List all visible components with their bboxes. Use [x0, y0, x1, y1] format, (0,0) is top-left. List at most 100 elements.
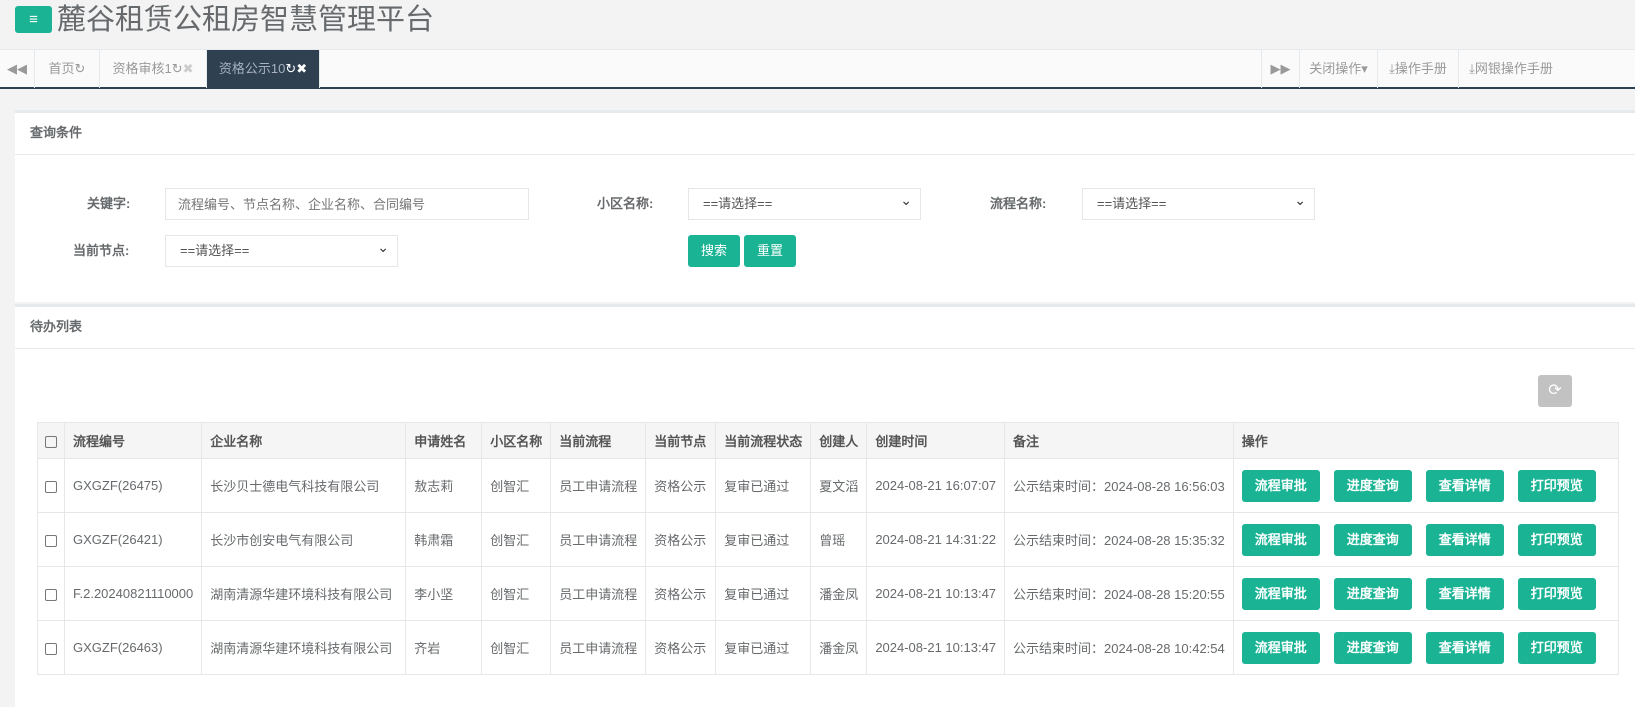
action-button[interactable]: 流程审批 — [1241, 577, 1320, 610]
action-button[interactable]: 流程审批 — [1241, 631, 1320, 664]
backward-icon: ◀◀ — [7, 61, 27, 76]
action-button[interactable]: 查看详情 — [1425, 631, 1504, 664]
table-cell: 员工申请流程 — [550, 512, 647, 567]
panel-title: 查询条件 — [15, 113, 1635, 155]
row-checkbox[interactable] — [45, 588, 57, 601]
action-button[interactable]: 进度查询 — [1333, 469, 1412, 502]
search-button[interactable]: 搜索 — [688, 235, 740, 267]
table-cell: 曾瑶 — [810, 512, 868, 567]
reset-button[interactable]: 重置 — [744, 235, 796, 267]
actions-cell: 流程审批 进度查询 查看详情 打印预览 — [1232, 620, 1619, 675]
table-cell: GXGZF(26421) — [63, 512, 203, 567]
column-header: 申请姓名 — [405, 422, 483, 459]
table-cell: 复审已通过 — [715, 566, 812, 621]
action-button[interactable]: 流程审批 — [1241, 523, 1320, 556]
caret-down-icon: ▾ — [1361, 61, 1368, 76]
tab-home[interactable]: 首页↻ — [35, 50, 100, 88]
keyword-input[interactable] — [165, 188, 529, 220]
refresh-table-button[interactable]: ⟳ — [1538, 375, 1572, 407]
table-row: F.2.20240821110000 湖南清源华建环境科技有限公司 李小坚 创智汇 员工… — [37, 566, 1619, 621]
table-cell: 2024-08-21 16:07:07 — [866, 458, 1006, 513]
action-button[interactable]: 进度查询 — [1333, 631, 1412, 664]
table-cell: 资格公示 — [645, 620, 717, 675]
table-cell: 复审已通过 — [715, 620, 812, 675]
todo-table: 流程编号 企业名称 申请姓名 小区名称 当前流程 当前节点 当前流程状态 创建人 创建时间 备注操… — [37, 422, 1619, 675]
action-button[interactable]: 查看详情 — [1425, 523, 1504, 556]
column-header: 当前节点 — [645, 422, 717, 459]
scroll-right-button[interactable]: ▶▶ — [1261, 50, 1299, 88]
table-cell: 潘金凤 — [810, 566, 868, 621]
table-header-row: 流程编号 企业名称 申请姓名 小区名称 当前流程 当前节点 当前流程状态 创建人 创建时间 备注操… — [37, 422, 1619, 459]
tab-label: 资格公示10 — [218, 61, 286, 76]
header: ≡ 麓谷租赁公租房智慧管理平台 — [0, 0, 1635, 49]
refresh-icon[interactable]: ↻ — [75, 61, 86, 76]
action-button[interactable]: 查看详情 — [1425, 577, 1504, 610]
table-cell: 齐岩 — [405, 620, 483, 675]
column-header: 操作 — [1232, 422, 1619, 459]
close-icon[interactable]: ✖ — [183, 61, 194, 76]
flow-label: 流程名称: — [990, 196, 1047, 211]
table-cell: 公示结束时间：2024-08-28 15:20:55 — [1004, 566, 1234, 621]
table-cell: GXGZF(26463) — [63, 620, 203, 675]
menu-toggle-button[interactable]: ≡ — [15, 6, 52, 33]
table-cell: 资格公示 — [645, 566, 717, 621]
table-cell: 湖南清源华建环境科技有限公司 — [201, 566, 407, 621]
table-cell: 敖志莉 — [405, 458, 483, 513]
action-button[interactable]: 打印预览 — [1517, 523, 1596, 556]
keyword-label: 关键字: — [87, 196, 131, 211]
table-cell: 复审已通过 — [715, 512, 812, 567]
tab-qualification-publicity[interactable]: 资格公示10↻✖ — [207, 50, 320, 88]
action-button[interactable]: 打印预览 — [1517, 631, 1596, 664]
row-checkbox[interactable] — [45, 480, 57, 493]
tab-label: 首页 — [48, 61, 75, 76]
label: 网银操作手册 — [1474, 61, 1553, 76]
table-cell: 湖南清源华建环境科技有限公司 — [201, 620, 407, 675]
forward-icon: ▶▶ — [1270, 61, 1291, 76]
action-button[interactable]: 进度查询 — [1333, 577, 1412, 610]
select-all-checkbox[interactable] — [45, 435, 57, 448]
manual-download-button[interactable]: ⤓操作手册 — [1377, 50, 1458, 88]
action-button[interactable]: 进度查询 — [1333, 523, 1412, 556]
table-cell: 韩肃霜 — [405, 512, 483, 567]
row-checkbox[interactable] — [45, 534, 57, 547]
community-select[interactable]: ==请选择== — [688, 185, 921, 220]
tab-qualification-review[interactable]: 资格审核1↻✖ — [100, 50, 207, 88]
query-panel: 查询条件 关键字: 小区名称: ==请选择== 流程名称: ==请选择== 当前… — [15, 110, 1635, 302]
table-cell: 公示结束时间：2024-08-28 15:35:32 — [1004, 512, 1234, 567]
table-row: GXGZF(26421) 长沙市创安电气有限公司 韩肃霜 创智汇 员工申请流程 资格公示复… — [37, 512, 1619, 567]
column-header: 流程编号 — [63, 422, 203, 459]
action-button[interactable]: 打印预览 — [1517, 577, 1596, 610]
flow-select[interactable]: ==请选择== — [1082, 185, 1315, 220]
panel-title: 待办列表 — [15, 307, 1635, 349]
column-header: 备注 — [1004, 422, 1234, 459]
table-row: GXGZF(26463) 湖南清源华建环境科技有限公司 齐岩 创智汇 员工申请流程 资格公… — [37, 620, 1619, 675]
table-cell: 长沙市创安电气有限公司 — [201, 512, 407, 567]
scroll-left-button[interactable]: ◀◀ — [0, 50, 35, 88]
action-button[interactable]: 打印预览 — [1517, 469, 1596, 502]
table-cell: 创智汇 — [481, 458, 552, 513]
app-title: 麓谷租赁公租房智慧管理平台 — [57, 4, 435, 36]
community-label: 小区名称: — [597, 196, 654, 211]
bank-manual-download-button[interactable]: ⤓网银操作手册 — [1458, 50, 1563, 88]
action-button[interactable]: 流程审批 — [1241, 469, 1320, 502]
actions-cell: 流程审批 进度查询 查看详情 打印预览 — [1232, 458, 1619, 513]
table-cell: 夏文滔 — [810, 458, 868, 513]
label: 操作手册 — [1394, 61, 1447, 76]
refresh-icon[interactable]: ↻ — [172, 61, 183, 76]
node-select[interactable]: ==请选择== — [165, 232, 398, 267]
table-cell: 创智汇 — [481, 566, 552, 621]
action-button[interactable]: 查看详情 — [1425, 469, 1504, 502]
refresh-icon[interactable]: ↻ — [285, 61, 296, 76]
table-cell: 员工申请流程 — [550, 620, 647, 675]
row-checkbox[interactable] — [45, 642, 57, 655]
column-header: 小区名称 — [481, 422, 552, 459]
close-operations-dropdown[interactable]: 关闭操作▾ — [1299, 50, 1377, 88]
table-cell: 李小坚 — [405, 566, 483, 621]
close-icon[interactable]: ✖ — [296, 61, 307, 76]
table-cell: 复审已通过 — [715, 458, 812, 513]
label: 关闭操作 — [1309, 61, 1362, 76]
actions-cell: 流程审批 进度查询 查看详情 打印预览 — [1232, 566, 1619, 621]
column-header: 创建时间 — [866, 422, 1006, 459]
table-cell: GXGZF(26475) — [63, 458, 203, 513]
table-cell: 员工申请流程 — [550, 458, 647, 513]
